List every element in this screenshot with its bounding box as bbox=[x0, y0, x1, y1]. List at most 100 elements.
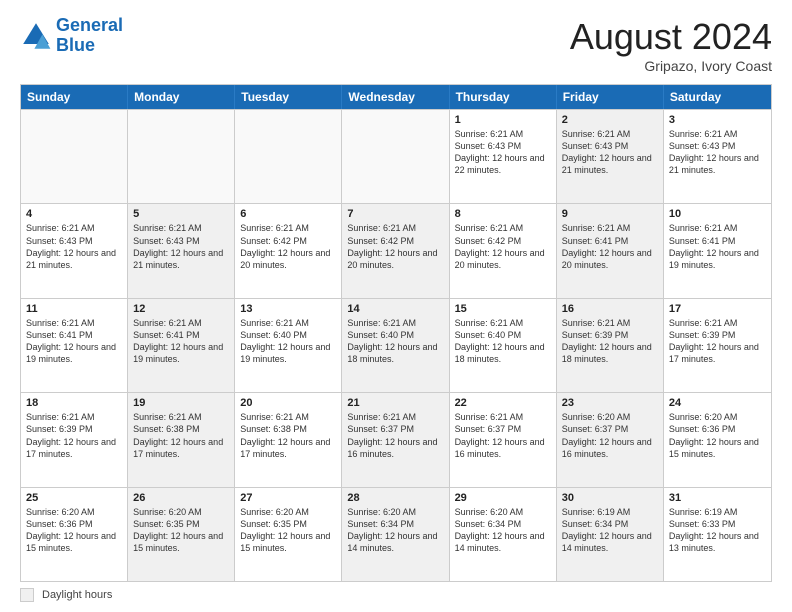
cell-text: Sunrise: 6:21 AM Sunset: 6:38 PM Dayligh… bbox=[133, 411, 229, 460]
logo-icon bbox=[20, 20, 52, 52]
day-number: 22 bbox=[455, 397, 551, 409]
main-title: August 2024 bbox=[570, 16, 772, 58]
day-number: 3 bbox=[669, 114, 766, 126]
cell-text: Sunrise: 6:20 AM Sunset: 6:37 PM Dayligh… bbox=[562, 411, 658, 460]
cell-text: Sunrise: 6:19 AM Sunset: 6:34 PM Dayligh… bbox=[562, 506, 658, 555]
cell-text: Sunrise: 6:21 AM Sunset: 6:43 PM Dayligh… bbox=[562, 128, 658, 177]
day-number: 2 bbox=[562, 114, 658, 126]
day-number: 9 bbox=[562, 208, 658, 220]
day-number: 27 bbox=[240, 492, 336, 504]
calendar-cell: 17Sunrise: 6:21 AM Sunset: 6:39 PM Dayli… bbox=[664, 299, 771, 392]
calendar-header-cell: Sunday bbox=[21, 85, 128, 109]
calendar-cell: 16Sunrise: 6:21 AM Sunset: 6:39 PM Dayli… bbox=[557, 299, 664, 392]
cell-text: Sunrise: 6:20 AM Sunset: 6:35 PM Dayligh… bbox=[240, 506, 336, 555]
calendar-cell: 1 Sunrise: 6:21 AM Sunset: 6:43 PM Daylig… bbox=[450, 110, 557, 203]
subtitle: Gripazo, Ivory Coast bbox=[570, 58, 772, 74]
calendar: SundayMondayTuesdayWednesdayThursdayFrid… bbox=[20, 84, 772, 582]
logo-line2: Blue bbox=[56, 35, 95, 55]
day-number: 14 bbox=[347, 303, 443, 315]
calendar-header-cell: Monday bbox=[128, 85, 235, 109]
day-number: 4 bbox=[26, 208, 122, 220]
cell-text: Sunrise: 6:21 AM Sunset: 6:37 PM Dayligh… bbox=[347, 411, 443, 460]
legend-box bbox=[20, 588, 34, 602]
day-number: 1 bbox=[455, 114, 551, 126]
calendar-cell: 31 Sunrise: 6:19 AM Sunset: 6:33 PM Dayli… bbox=[664, 488, 771, 581]
cell-text: Sunrise: 6:21 AM Sunset: 6:41 PM Dayligh… bbox=[26, 317, 122, 366]
day-number: 13 bbox=[240, 303, 336, 315]
legend: Daylight hours bbox=[20, 588, 772, 602]
day-number: 21 bbox=[347, 397, 443, 409]
calendar-cell: 3 Sunrise: 6:21 AM Sunset: 6:43 PM Daylig… bbox=[664, 110, 771, 203]
calendar-row: 25 Sunrise: 6:20 AM Sunset: 6:36 PM Dayli… bbox=[21, 487, 771, 581]
day-number: 12 bbox=[133, 303, 229, 315]
calendar-cell bbox=[21, 110, 128, 203]
calendar-cell: 9 Sunrise: 6:21 AM Sunset: 6:41 PM Daylig… bbox=[557, 204, 664, 297]
cell-text: Sunrise: 6:21 AM Sunset: 6:43 PM Dayligh… bbox=[455, 128, 551, 177]
calendar-header-cell: Saturday bbox=[664, 85, 771, 109]
calendar-cell: 26Sunrise: 6:20 AM Sunset: 6:35 PM Dayli… bbox=[128, 488, 235, 581]
calendar-cell: 5Sunrise: 6:21 AM Sunset: 6:43 PM Daylig… bbox=[128, 204, 235, 297]
cell-text: Sunrise: 6:21 AM Sunset: 6:41 PM Dayligh… bbox=[133, 317, 229, 366]
calendar-header: SundayMondayTuesdayWednesdayThursdayFrid… bbox=[21, 85, 771, 109]
page: General Blue August 2024 Gripazo, Ivory … bbox=[0, 0, 792, 612]
cell-text: Sunrise: 6:20 AM Sunset: 6:36 PM Dayligh… bbox=[26, 506, 122, 555]
calendar-cell bbox=[235, 110, 342, 203]
cell-text: Sunrise: 6:20 AM Sunset: 6:35 PM Dayligh… bbox=[133, 506, 229, 555]
day-number: 17 bbox=[669, 303, 766, 315]
calendar-cell: 14 Sunrise: 6:21 AM Sunset: 6:40 PM Dayli… bbox=[342, 299, 449, 392]
cell-text: Sunrise: 6:21 AM Sunset: 6:43 PM Dayligh… bbox=[133, 222, 229, 271]
cell-text: Sunrise: 6:21 AM Sunset: 6:40 PM Dayligh… bbox=[347, 317, 443, 366]
calendar-cell: 2 Sunrise: 6:21 AM Sunset: 6:43 PM Daylig… bbox=[557, 110, 664, 203]
cell-text: Sunrise: 6:21 AM Sunset: 6:38 PM Dayligh… bbox=[240, 411, 336, 460]
cell-text: Sunrise: 6:20 AM Sunset: 6:36 PM Dayligh… bbox=[669, 411, 766, 460]
calendar-body: 1 Sunrise: 6:21 AM Sunset: 6:43 PM Daylig… bbox=[21, 109, 771, 581]
day-number: 10 bbox=[669, 208, 766, 220]
calendar-cell: 24 Sunrise: 6:20 AM Sunset: 6:36 PM Dayli… bbox=[664, 393, 771, 486]
calendar-cell: 6Sunrise: 6:21 AM Sunset: 6:42 PM Daylig… bbox=[235, 204, 342, 297]
logo-line1: General bbox=[56, 15, 123, 35]
calendar-row: 18Sunrise: 6:21 AM Sunset: 6:39 PM Dayli… bbox=[21, 392, 771, 486]
cell-text: Sunrise: 6:21 AM Sunset: 6:42 PM Dayligh… bbox=[347, 222, 443, 271]
day-number: 8 bbox=[455, 208, 551, 220]
calendar-cell: 25 Sunrise: 6:20 AM Sunset: 6:36 PM Dayli… bbox=[21, 488, 128, 581]
day-number: 23 bbox=[562, 397, 658, 409]
calendar-cell: 8Sunrise: 6:21 AM Sunset: 6:42 PM Daylig… bbox=[450, 204, 557, 297]
calendar-cell: 19 Sunrise: 6:21 AM Sunset: 6:38 PM Dayli… bbox=[128, 393, 235, 486]
calendar-cell: 27 Sunrise: 6:20 AM Sunset: 6:35 PM Dayli… bbox=[235, 488, 342, 581]
calendar-cell: 4 Sunrise: 6:21 AM Sunset: 6:43 PM Daylig… bbox=[21, 204, 128, 297]
cell-text: Sunrise: 6:21 AM Sunset: 6:41 PM Dayligh… bbox=[669, 222, 766, 271]
cell-text: Sunrise: 6:21 AM Sunset: 6:39 PM Dayligh… bbox=[562, 317, 658, 366]
day-number: 31 bbox=[669, 492, 766, 504]
day-number: 24 bbox=[669, 397, 766, 409]
day-number: 18 bbox=[26, 397, 122, 409]
cell-text: Sunrise: 6:21 AM Sunset: 6:43 PM Dayligh… bbox=[26, 222, 122, 271]
calendar-cell: 7 Sunrise: 6:21 AM Sunset: 6:42 PM Daylig… bbox=[342, 204, 449, 297]
calendar-header-cell: Wednesday bbox=[342, 85, 449, 109]
calendar-header-cell: Tuesday bbox=[235, 85, 342, 109]
calendar-cell: 11 Sunrise: 6:21 AM Sunset: 6:41 PM Dayli… bbox=[21, 299, 128, 392]
cell-text: Sunrise: 6:21 AM Sunset: 6:40 PM Dayligh… bbox=[240, 317, 336, 366]
calendar-cell: 20 Sunrise: 6:21 AM Sunset: 6:38 PM Dayli… bbox=[235, 393, 342, 486]
day-number: 11 bbox=[26, 303, 122, 315]
calendar-header-cell: Thursday bbox=[450, 85, 557, 109]
cell-text: Sunrise: 6:20 AM Sunset: 6:34 PM Dayligh… bbox=[347, 506, 443, 555]
calendar-cell: 13 Sunrise: 6:21 AM Sunset: 6:40 PM Dayli… bbox=[235, 299, 342, 392]
calendar-cell: 10 Sunrise: 6:21 AM Sunset: 6:41 PM Dayli… bbox=[664, 204, 771, 297]
calendar-cell: 23 Sunrise: 6:20 AM Sunset: 6:37 PM Dayli… bbox=[557, 393, 664, 486]
calendar-row: 11 Sunrise: 6:21 AM Sunset: 6:41 PM Dayli… bbox=[21, 298, 771, 392]
title-block: August 2024 Gripazo, Ivory Coast bbox=[570, 16, 772, 74]
cell-text: Sunrise: 6:21 AM Sunset: 6:43 PM Dayligh… bbox=[669, 128, 766, 177]
day-number: 7 bbox=[347, 208, 443, 220]
cell-text: Sunrise: 6:21 AM Sunset: 6:41 PM Dayligh… bbox=[562, 222, 658, 271]
logo-text: General Blue bbox=[56, 16, 123, 56]
day-number: 25 bbox=[26, 492, 122, 504]
day-number: 30 bbox=[562, 492, 658, 504]
cell-text: Sunrise: 6:19 AM Sunset: 6:33 PM Dayligh… bbox=[669, 506, 766, 555]
day-number: 28 bbox=[347, 492, 443, 504]
calendar-row: 1 Sunrise: 6:21 AM Sunset: 6:43 PM Daylig… bbox=[21, 109, 771, 203]
day-number: 19 bbox=[133, 397, 229, 409]
day-number: 15 bbox=[455, 303, 551, 315]
day-number: 20 bbox=[240, 397, 336, 409]
calendar-cell: 30 Sunrise: 6:19 AM Sunset: 6:34 PM Dayli… bbox=[557, 488, 664, 581]
cell-text: Sunrise: 6:21 AM Sunset: 6:40 PM Dayligh… bbox=[455, 317, 551, 366]
